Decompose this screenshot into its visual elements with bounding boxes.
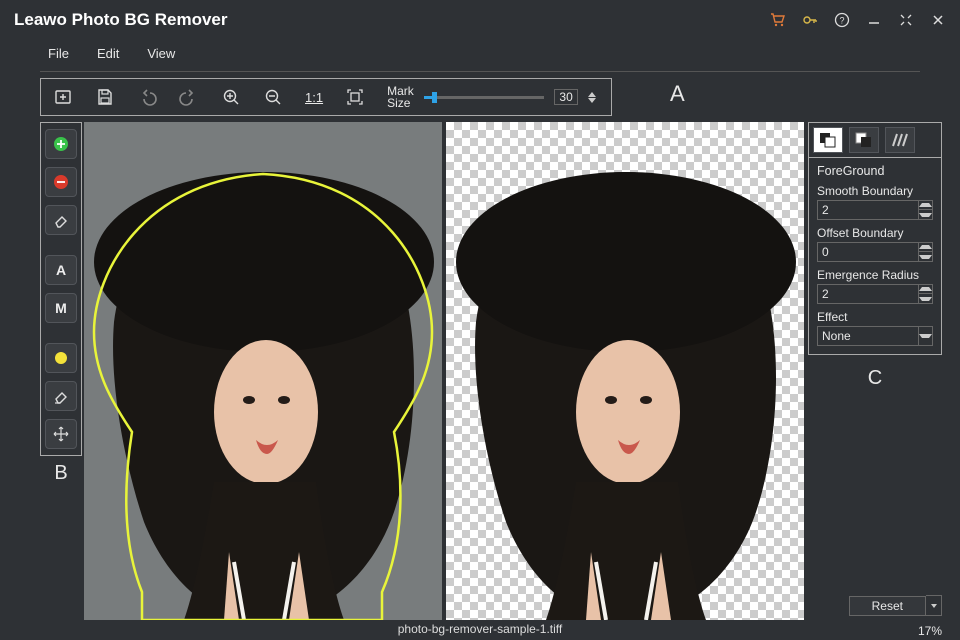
titlebar-actions: ? [770, 12, 946, 28]
titlebar: Leawo Photo BG Remover ? [0, 0, 960, 40]
tab-edge[interactable] [885, 127, 915, 153]
annotation-b: B [40, 462, 82, 485]
minimize-icon[interactable] [866, 12, 882, 28]
actual-size-icon[interactable]: 1:1 [305, 87, 323, 107]
zoom-out-icon[interactable] [263, 87, 283, 107]
auto-mode-button[interactable]: A [45, 255, 77, 285]
app-title: Leawo Photo BG Remover [14, 10, 227, 30]
mark-size-spinner[interactable] [588, 92, 596, 103]
filename-label: photo-bg-remover-sample-1.tiff [398, 622, 563, 636]
remove-mark-button[interactable] [45, 167, 77, 197]
smooth-boundary-field[interactable]: 2 [817, 200, 933, 220]
annotation-c: C [808, 367, 942, 390]
add-file-icon[interactable] [53, 87, 73, 107]
zoom-in-icon[interactable] [221, 87, 241, 107]
divider [40, 71, 920, 72]
effect-select[interactable]: None [817, 326, 933, 346]
right-panel: ForeGround Smooth Boundary 2 Offset Boun… [808, 122, 942, 390]
menu-view[interactable]: View [147, 46, 175, 61]
emergence-radius-label: Emergence Radius [817, 268, 933, 282]
mark-size-value[interactable]: 30 [554, 89, 578, 105]
right-panel-tabs [808, 122, 942, 158]
annotation-a: A [670, 81, 685, 107]
tab-foreground[interactable] [813, 127, 843, 153]
effect-label: Effect [817, 310, 933, 324]
save-icon[interactable] [95, 87, 115, 107]
status-bar: photo-bg-remover-sample-1.tiff [0, 618, 960, 640]
reset-button[interactable]: Reset [849, 596, 926, 616]
menu-file[interactable]: File [48, 46, 69, 61]
offset-boundary-label: Offset Boundary [817, 226, 933, 240]
eraser-button[interactable] [45, 205, 77, 235]
offset-boundary-field[interactable]: 0 [817, 242, 933, 262]
reset-dropdown[interactable] [926, 595, 942, 616]
section-title: ForeGround [817, 164, 933, 178]
result-canvas[interactable] [446, 122, 804, 620]
mark-size-slider[interactable] [424, 96, 544, 99]
color-picker-button[interactable] [45, 343, 77, 373]
cart-icon[interactable] [770, 12, 786, 28]
close-icon[interactable] [930, 12, 946, 28]
mark-size-label2: Size [387, 97, 414, 109]
help-icon[interactable]: ? [834, 12, 850, 28]
maximize-icon[interactable] [898, 12, 914, 28]
original-canvas[interactable] [84, 122, 442, 620]
undo-icon[interactable] [137, 87, 157, 107]
right-panel-body: ForeGround Smooth Boundary 2 Offset Boun… [808, 158, 942, 355]
canvas-area [84, 122, 804, 620]
redo-icon[interactable] [179, 87, 199, 107]
mask-eraser-button[interactable] [45, 381, 77, 411]
left-sidebar: A M [40, 122, 82, 456]
toolbar: 1:1 Mark Size 30 [40, 78, 612, 116]
smooth-boundary-label: Smooth Boundary [817, 184, 933, 198]
tab-background[interactable] [849, 127, 879, 153]
emergence-radius-field[interactable]: 2 [817, 284, 933, 304]
menu-edit[interactable]: Edit [97, 46, 119, 61]
menubar: File Edit View [0, 40, 960, 71]
fit-screen-icon[interactable] [345, 87, 365, 107]
key-icon[interactable] [802, 12, 818, 28]
mark-size-control: Mark Size 30 [387, 85, 596, 109]
add-mark-button[interactable] [45, 129, 77, 159]
move-button[interactable] [45, 419, 77, 449]
manual-mode-button[interactable]: M [45, 293, 77, 323]
svg-text:?: ? [839, 16, 844, 26]
